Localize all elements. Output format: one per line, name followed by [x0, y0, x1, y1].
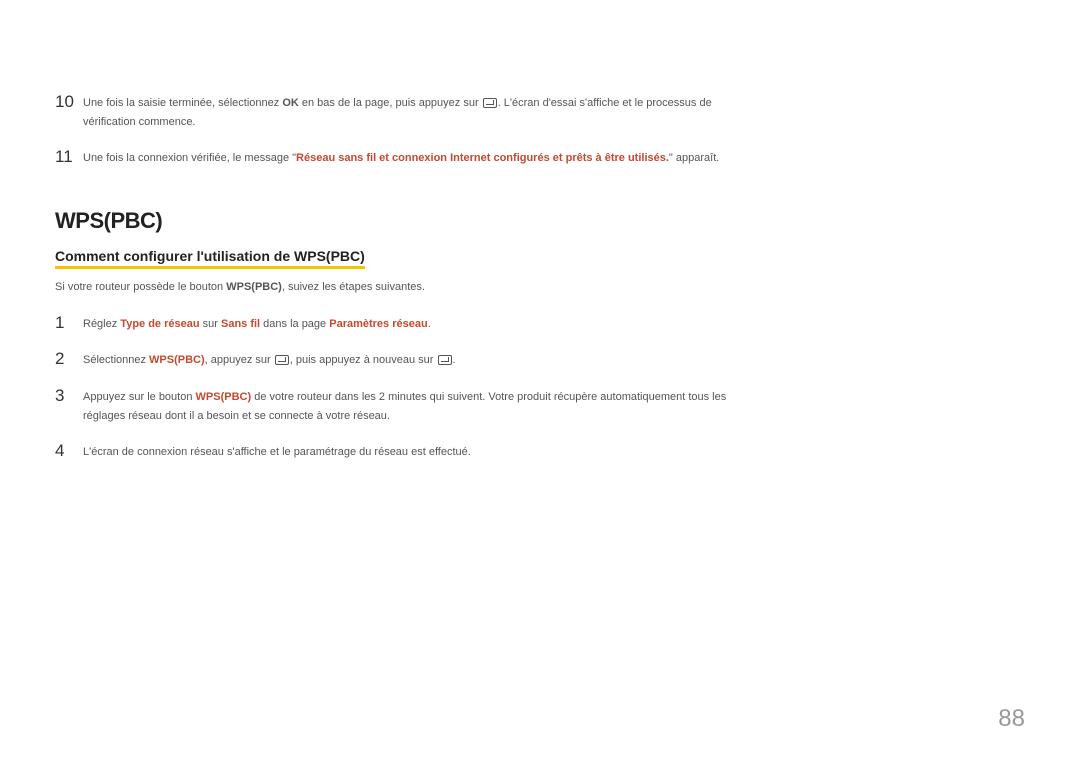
top-step-list: 10Une fois la saisie terminée, sélection…: [55, 92, 1025, 168]
step-body: Sélectionnez WPS(PBC), appuyez sur , pui…: [83, 349, 456, 370]
step-number: 3: [55, 386, 83, 406]
step-item: 10Une fois la saisie terminée, sélection…: [55, 92, 1025, 131]
bottom-step-list: 1Réglez Type de réseau sur Sans fil dans…: [55, 313, 1025, 462]
step-body: Appuyez sur le bouton WPS(PBC) de votre …: [83, 386, 743, 425]
step-number: 1: [55, 313, 83, 333]
step-item: 3Appuyez sur le bouton WPS(PBC) de votre…: [55, 386, 1025, 425]
intro-text: Si votre routeur possède le bouton WPS(P…: [55, 279, 1025, 297]
step-number: 4: [55, 441, 83, 461]
step-number: 10: [55, 92, 83, 112]
step-body: Réglez Type de réseau sur Sans fil dans …: [83, 313, 431, 334]
page-number: 88: [998, 705, 1025, 733]
sub-heading: Comment configurer l'utilisation de WPS(…: [55, 248, 365, 269]
enter-icon: [275, 355, 289, 365]
step-item: 4L'écran de connexion réseau s'affiche e…: [55, 441, 1025, 462]
step-item: 11Une fois la connexion vérifiée, le mes…: [55, 147, 1025, 168]
step-body: L'écran de connexion réseau s'affiche et…: [83, 441, 471, 462]
step-item: 1Réglez Type de réseau sur Sans fil dans…: [55, 313, 1025, 334]
header-rule: [55, 60, 1025, 64]
section-title: WPS(PBC): [55, 208, 1025, 234]
enter-icon: [483, 98, 497, 108]
step-number: 2: [55, 349, 83, 369]
step-number: 11: [55, 147, 83, 167]
step-item: 2Sélectionnez WPS(PBC), appuyez sur , pu…: [55, 349, 1025, 370]
step-body: Une fois la saisie terminée, sélectionne…: [83, 92, 743, 131]
step-body: Une fois la connexion vérifiée, le messa…: [83, 147, 719, 168]
enter-icon: [438, 355, 452, 365]
